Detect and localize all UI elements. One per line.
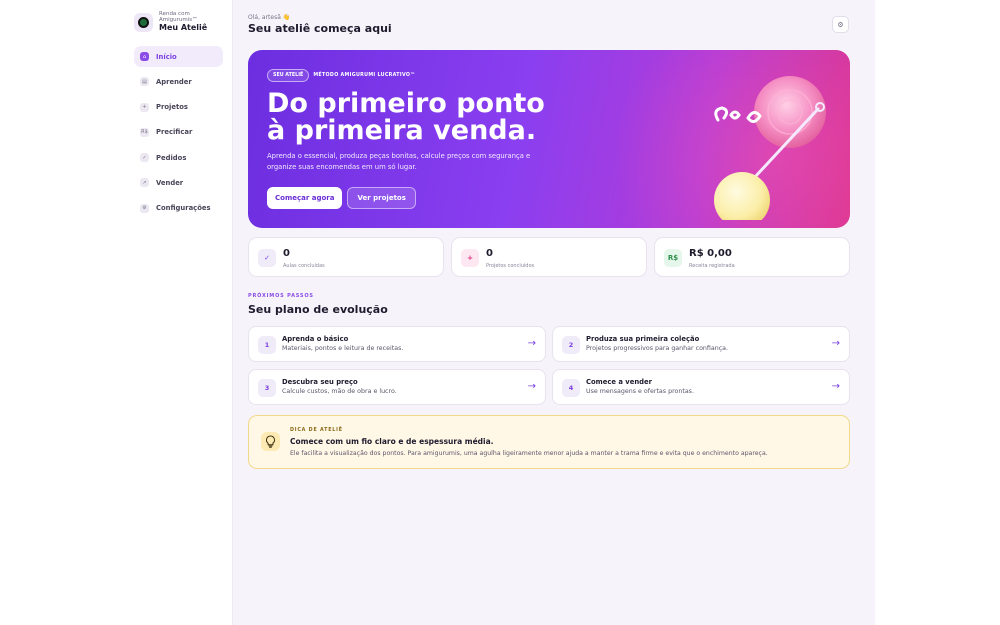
section-title: Seu plano de evolução	[248, 303, 388, 316]
settings-button[interactable]: ⚙	[832, 16, 849, 33]
yarn-logo-icon	[134, 12, 153, 32]
currency-icon: R$	[140, 127, 149, 137]
plan-step-1[interactable]: 1 Aprenda o básico Materiais, pontos e l…	[248, 326, 546, 362]
gear-icon: ⚙	[837, 20, 844, 29]
tip-title: Comece com um fio claro e de espessura m…	[290, 437, 494, 446]
stat-value: R$ 0,00	[689, 248, 732, 259]
sidebar-item-pedidos[interactable]: ✓ Pedidos	[134, 147, 223, 168]
tip-body: Ele facilita a visualização dos pontos. …	[290, 450, 768, 457]
sidebar-item-label: Pedidos	[156, 153, 187, 162]
plan-step-3[interactable]: 3 Descubra seu preço Calcule custos, mão…	[248, 369, 546, 405]
sidebar-item-inicio[interactable]: ⌂ Início	[134, 46, 223, 67]
sidebar-item-projetos[interactable]: + Projetos	[134, 97, 223, 118]
step-number: 1	[258, 336, 276, 354]
brand-name: Meu Ateliê	[159, 23, 208, 32]
lightbulb-icon	[261, 432, 280, 451]
step-title: Comece a vender	[586, 378, 653, 386]
step-title: Descubra seu preço	[282, 378, 358, 386]
greeting: Olá, artesã 👋	[248, 14, 291, 21]
step-number: 4	[562, 379, 580, 397]
tip-card: DICA DE ATELIÊ Comece com um fio claro e…	[248, 415, 850, 469]
stat-value: 0	[283, 248, 290, 259]
sidebar-item-label: Projetos	[156, 103, 188, 112]
sidebar-item-label: Configurações	[156, 204, 211, 213]
step-title: Produza sua primeira coleção	[586, 335, 700, 343]
arrow-right-icon: →	[527, 338, 536, 349]
plus-icon: +	[140, 102, 149, 112]
arrow-icon: ↗	[140, 178, 149, 188]
stat-label: Receita registrada	[689, 263, 735, 269]
step-number: 2	[562, 336, 580, 354]
currency-icon: R$	[664, 249, 682, 267]
sidebar-item-vender[interactable]: ↗ Vender	[134, 172, 223, 193]
sidebar-item-precificar[interactable]: R$ Precificar	[134, 122, 223, 143]
sidebar: Renda com Amigurumis™ Meu Ateliê ⌂ Iníci…	[0, 0, 233, 625]
sidebar-item-label: Início	[156, 52, 177, 61]
stat-card-lessons: ✓ 0 Aulas concluídas	[248, 237, 444, 277]
plus-icon: +	[461, 249, 479, 267]
page-title: Seu ateliê começa aqui	[248, 22, 392, 35]
stat-label: Aulas concluídas	[283, 263, 325, 269]
book-icon: ▤	[140, 77, 149, 87]
hero-badges: SEU ATELIÊ MÉTODO AMIGURUMI LUCRATIVO™	[267, 69, 415, 82]
step-number: 3	[258, 379, 276, 397]
sidebar-item-aprender[interactable]: ▤ Aprender	[134, 71, 223, 92]
sidebar-item-label: Precificar	[156, 128, 193, 137]
brand[interactable]: Renda com Amigurumis™ Meu Ateliê	[134, 11, 207, 33]
plan-step-2[interactable]: 2 Produza sua primeira coleção Projetos …	[552, 326, 850, 362]
step-description: Projetos progressivos para ganhar confia…	[586, 345, 729, 352]
arrow-right-icon: →	[527, 381, 536, 392]
stat-label: Projetos concluídos	[486, 263, 535, 269]
gear-icon: ⚙	[140, 203, 149, 213]
check-icon: ✓	[258, 249, 276, 267]
right-gutter	[875, 0, 1000, 625]
hero-banner: SEU ATELIÊ MÉTODO AMIGURUMI LUCRATIVO™ D…	[248, 50, 850, 228]
step-description: Use mensagens e ofertas prontas.	[586, 388, 694, 395]
stat-card-projects: + 0 Projetos concluídos	[451, 237, 647, 277]
hero-actions: Começar agora Ver projetos	[267, 187, 416, 209]
arrow-right-icon: →	[831, 381, 840, 392]
check-icon: ✓	[140, 153, 149, 163]
main-content: Olá, artesã 👋 Seu ateliê começa aqui ⚙ S…	[233, 0, 875, 625]
arrow-right-icon: →	[831, 338, 840, 349]
sidebar-item-configuracoes[interactable]: ⚙ Configurações	[134, 198, 223, 219]
yarn-needle-illustration	[714, 76, 826, 220]
stat-value: 0	[486, 248, 493, 259]
section-eyebrow: PRÓXIMOS PASSOS	[248, 293, 314, 299]
home-icon: ⌂	[140, 52, 149, 61]
step-title: Aprenda o básico	[282, 335, 349, 343]
step-description: Materiais, pontos e leitura de receitas.	[282, 345, 404, 352]
plan-step-4[interactable]: 4 Comece a vender Use mensagens e oferta…	[552, 369, 850, 405]
tip-eyebrow: DICA DE ATELIÊ	[290, 428, 343, 433]
stat-card-revenue: R$ R$ 0,00 Receita registrada	[654, 237, 850, 277]
sidebar-item-label: Vender	[156, 178, 184, 187]
sidebar-nav: ⌂ Início ▤ Aprender + Projetos R$ Precif…	[134, 46, 223, 223]
start-now-button[interactable]: Começar agora	[267, 187, 343, 209]
hero-description: Aprenda o essencial, produza peças bonit…	[267, 152, 531, 171]
brand-subtitle: Renda com Amigurumis™	[159, 11, 198, 23]
sidebar-item-label: Aprender	[156, 77, 192, 86]
view-projects-button[interactable]: Ver projetos	[347, 187, 416, 209]
hero-tagline: MÉTODO AMIGURUMI LUCRATIVO™	[313, 73, 416, 78]
hero-title: Do primeiro ponto à primeira venda.	[267, 90, 587, 144]
step-description: Calcule custos, mão de obra e lucro.	[282, 388, 397, 395]
hero-badge: SEU ATELIÊ	[267, 69, 310, 82]
hero-title-line2: à primeira venda.	[267, 115, 537, 146]
